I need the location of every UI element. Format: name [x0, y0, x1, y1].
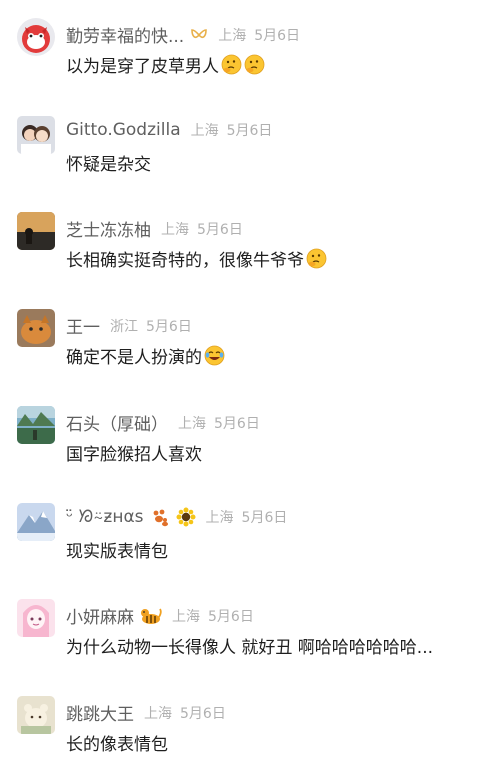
sunset-silhouette-avatar-icon: [17, 212, 55, 250]
comment-meta: 王一 浙江 5月6日: [66, 313, 192, 338]
location: 上海: [161, 221, 189, 238]
comment-item: 跳跳大王 上海 5月6日 长的像表情包: [0, 696, 499, 776]
location: 上海: [178, 415, 206, 432]
date: 5月6日: [197, 221, 243, 238]
username[interactable]: 石头（厚础）: [66, 410, 168, 435]
thinking-face-icon: [306, 248, 327, 269]
avatar[interactable]: [17, 116, 55, 154]
comment-body: 以为是穿了皮草男人: [66, 57, 219, 77]
username[interactable]: Gitto.Godzilla: [66, 120, 181, 140]
comment-item: 芝士冻冻柚 上海 5月6日 长相确实挺奇特的，很像牛爷爷: [0, 212, 499, 292]
comment-text: 长的像表情包: [66, 730, 168, 755]
location: 浙江: [110, 318, 138, 335]
comment-text: 现实版表情包: [66, 537, 168, 562]
date: 5月6日: [254, 27, 301, 44]
laughing-crying-icon: [204, 345, 225, 366]
date: 5月6日: [180, 705, 226, 722]
location: 上海: [144, 705, 172, 722]
date: 5月6日: [146, 318, 192, 335]
cartoon-couple-avatar-icon: [17, 116, 55, 154]
avatar[interactable]: [17, 696, 55, 734]
username[interactable]: 小妍麻麻: [66, 603, 134, 628]
comment-item: 王一 浙江 5月6日 确定不是人扮演的: [0, 309, 499, 389]
comment-body: 长相确实挺奇特的，很像牛爷爷: [66, 251, 304, 271]
comment-body: 为什么动物一长得像人 就好丑 啊哈哈哈哈哈哈...: [66, 638, 434, 658]
snow-mountain-avatar-icon: [17, 503, 55, 541]
comment-meta: 小妍麻麻 上海 5月6日: [66, 603, 254, 628]
comment-item: 小妍麻麻 上海 5月6日 为什么动物一长得像人 就好丑 啊哈哈哈哈哈哈...: [0, 599, 499, 679]
comment-item: Gitto.Godzilla 上海 5月6日 怀疑是杂交: [0, 116, 499, 196]
comment-text: 国字脸猴招人喜欢: [66, 440, 202, 465]
comment-body: 长的像表情包: [66, 735, 168, 755]
comment-list: 勤劳幸福的快... 上海 5月6日 以为是穿了皮草男人 Gitto.Godzil…: [0, 0, 499, 770]
comment-text: 怀疑是杂交: [66, 150, 151, 175]
location: 上海: [172, 608, 200, 625]
username[interactable]: 王一: [66, 313, 100, 338]
lake-landscape-avatar-icon: [17, 406, 55, 444]
comment-text: 确定不是人扮演的: [66, 343, 225, 368]
avatar[interactable]: [17, 212, 55, 250]
comment-body: 现实版表情包: [66, 542, 168, 562]
date: 5月6日: [208, 608, 254, 625]
avatar[interactable]: [17, 309, 55, 347]
ribbon-icon: [190, 28, 208, 42]
comment-body: 国字脸猴招人喜欢: [66, 445, 202, 465]
comment-meta: 芝士冻冻柚 上海 5月6日: [66, 216, 243, 241]
comment-meta: ᵕ̈ ᘞ⍨ƶнαѕ 上海 5月6日: [66, 507, 287, 527]
cream-animal-avatar-icon: [17, 696, 55, 734]
avatar[interactable]: [17, 599, 55, 637]
username[interactable]: ᵕ̈ ᘞ⍨ƶнαѕ: [66, 507, 144, 527]
comment-meta: 石头（厚础） 上海 5月6日: [66, 410, 260, 435]
avatar[interactable]: [17, 18, 55, 56]
username[interactable]: 芝士冻冻柚: [66, 216, 151, 241]
date: 5月6日: [226, 123, 273, 139]
sunflower-icon: [176, 507, 196, 527]
tiger-icon: [140, 606, 162, 626]
location: 上海: [190, 123, 219, 139]
avatar[interactable]: [17, 406, 55, 444]
username[interactable]: 勤劳幸福的快...: [66, 22, 184, 47]
pink-anime-girl-avatar-icon: [17, 599, 55, 637]
location: 上海: [205, 510, 234, 526]
avatar[interactable]: [17, 503, 55, 541]
date: 5月6日: [214, 415, 260, 432]
paw-prints-icon: [150, 507, 170, 527]
comment-body: 怀疑是杂交: [66, 155, 151, 175]
thinking-face-icon: [221, 54, 242, 75]
comment-text: 以为是穿了皮草男人: [66, 52, 265, 77]
orange-cat-avatar-icon: [17, 309, 55, 347]
comment-text: 长相确实挺奇特的，很像牛爷爷: [66, 246, 327, 271]
comment-meta: 勤劳幸福的快... 上海 5月6日: [66, 22, 300, 47]
comment-text: 为什么动物一长得像人 就好丑 啊哈哈哈哈哈哈...: [66, 633, 433, 658]
comment-body: 确定不是人扮演的: [66, 348, 202, 368]
comment-item: ᵕ̈ ᘞ⍨ƶнαѕ 上海 5月6日 现实版表情包: [0, 503, 499, 583]
comment-item: 勤劳幸福的快... 上海 5月6日 以为是穿了皮草男人: [0, 18, 499, 98]
username[interactable]: 跳跳大王: [66, 700, 134, 725]
comment-meta: Gitto.Godzilla 上海 5月6日: [66, 120, 272, 140]
red-mascot-avatar-icon: [17, 18, 55, 56]
date: 5月6日: [241, 510, 288, 526]
thinking-face-icon: [244, 54, 265, 75]
location: 上海: [218, 27, 247, 44]
comment-meta: 跳跳大王 上海 5月6日: [66, 700, 226, 725]
comment-item: 石头（厚础） 上海 5月6日 国字脸猴招人喜欢: [0, 406, 499, 486]
